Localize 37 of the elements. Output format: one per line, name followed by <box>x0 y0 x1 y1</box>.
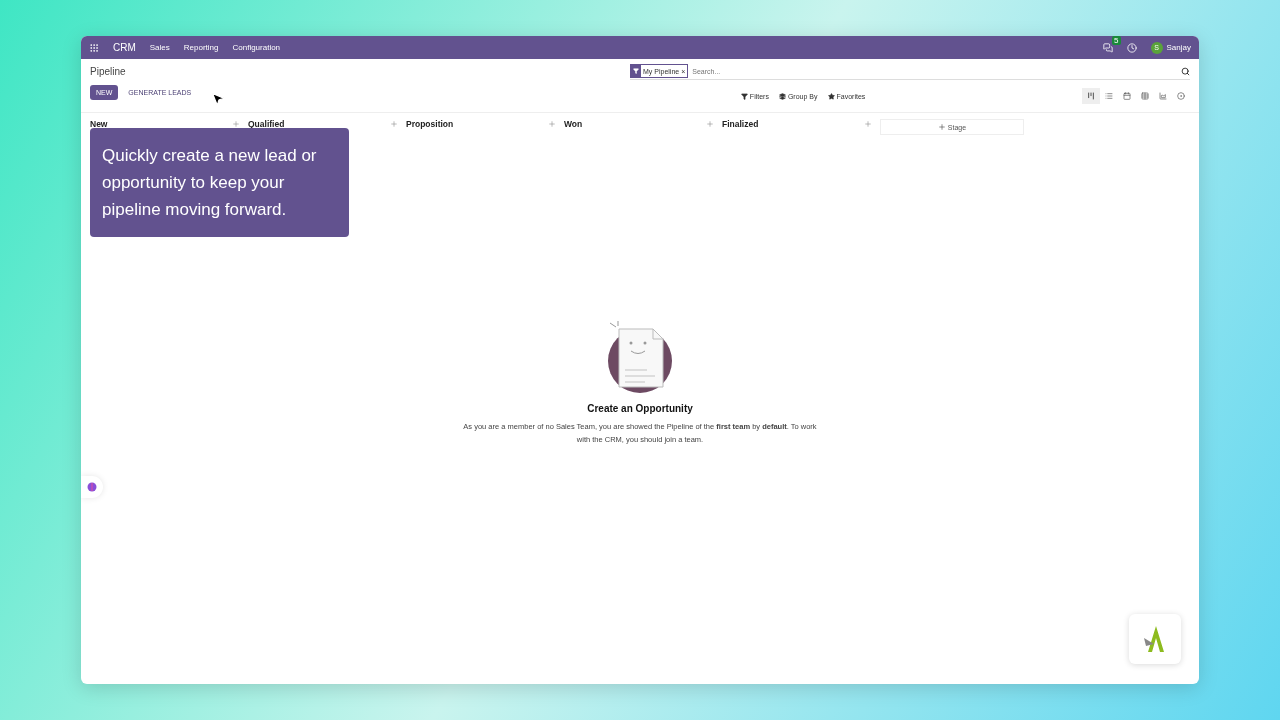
user-name[interactable]: Sanjay <box>1166 43 1191 52</box>
apps-menu-icon[interactable] <box>89 42 99 53</box>
chat-icon[interactable] <box>1102 42 1113 53</box>
menu-item[interactable]: Reporting <box>183 43 219 52</box>
column-title: Proposition <box>406 119 454 129</box>
star-icon <box>827 92 835 100</box>
add-icon[interactable] <box>390 120 398 128</box>
column-title: Qualified <box>248 119 285 129</box>
add-icon[interactable] <box>548 120 556 128</box>
calendar-icon <box>1123 92 1131 100</box>
menu-item[interactable]: Configuration <box>232 43 281 52</box>
breadcrumb: Pipeline <box>90 66 127 77</box>
message-count: 5 <box>1112 36 1121 45</box>
add-icon[interactable] <box>232 120 240 128</box>
kanban-icon <box>1087 92 1095 100</box>
column-title: Won <box>564 119 583 129</box>
kanban-view-button[interactable] <box>1082 88 1100 104</box>
activity-icon <box>1177 92 1185 100</box>
logo-icon[interactable] <box>1129 614 1181 664</box>
activity-icon[interactable] <box>1126 42 1137 53</box>
column-title: New <box>90 119 108 129</box>
layers-icon <box>778 92 786 100</box>
tooltip: Quickly create a new lead or opportunity to keep your pipeline moving forward. <box>90 128 349 237</box>
smiling-document-drawing <box>605 321 675 393</box>
search-icon[interactable] <box>1181 66 1190 76</box>
list-icon <box>1105 92 1113 100</box>
add-icon[interactable] <box>864 120 872 128</box>
app-name[interactable]: CRM <box>113 42 136 53</box>
column-title: Finalized <box>722 119 759 129</box>
plus-icon <box>937 123 946 131</box>
filter-icon <box>633 68 639 74</box>
empty-title: Create an Opportunity <box>587 403 693 414</box>
menu-item[interactable]: Sales <box>149 43 170 52</box>
pivot-icon <box>1141 92 1149 100</box>
graph-icon <box>1159 92 1167 100</box>
add-icon[interactable] <box>706 120 714 128</box>
filter-icon <box>740 92 748 100</box>
